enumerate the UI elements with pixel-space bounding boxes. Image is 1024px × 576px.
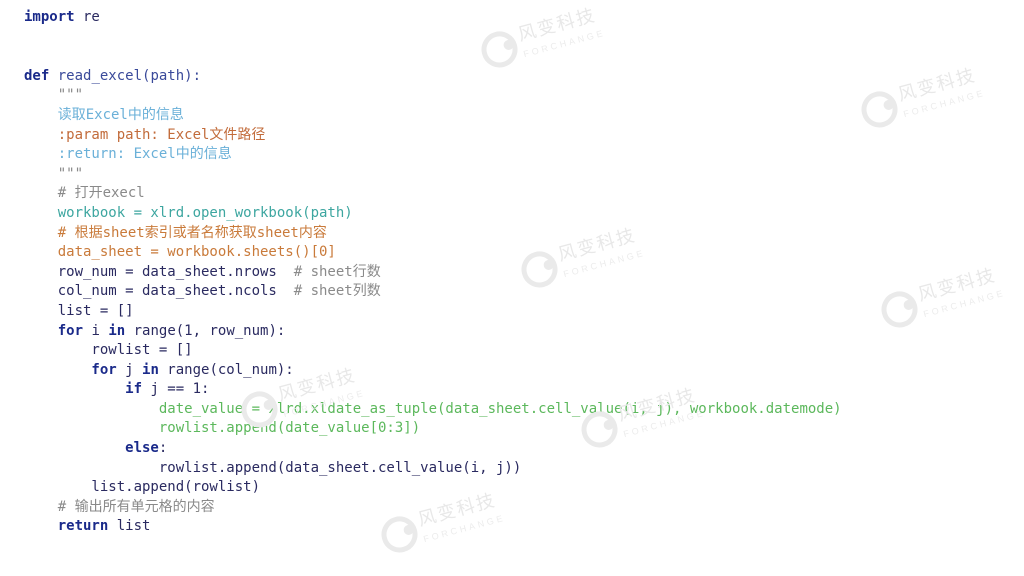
- code-line: in: [108, 323, 125, 339]
- code-line: for: [24, 323, 83, 339]
- code-line: # sheet行数: [294, 264, 381, 280]
- code-line: rowlist = []: [24, 342, 193, 358]
- code-line: in: [142, 362, 159, 378]
- code-line: col_num = data_sheet.ncols: [24, 283, 294, 299]
- code-line: import: [24, 9, 75, 25]
- code-line: range(col_num):: [159, 362, 294, 378]
- code-line: date_value = xlrd.xldate_as_tuple(data_s…: [24, 401, 842, 417]
- code-line: re: [75, 9, 100, 25]
- code-line: read_excel(path):: [49, 68, 201, 84]
- code-line: # 根据sheet索引或者名称获取sheet内容: [24, 225, 327, 241]
- code-line: workbook = xlrd.open_workbook(path): [24, 205, 353, 221]
- code-line: list: [108, 518, 150, 534]
- code-line: row_num = data_sheet.nrows: [24, 264, 294, 280]
- code-line: :param path: Excel文件路径: [24, 127, 265, 143]
- code-line: else: [24, 440, 159, 456]
- code-line: j: [117, 362, 142, 378]
- code-line: list.append(rowlist): [24, 479, 260, 495]
- code-line: data_sheet = workbook.sheets()[0]: [24, 244, 336, 260]
- code-line: j == 1:: [142, 381, 209, 397]
- code-line: rowlist.append(data_sheet.cell_value(i, …: [24, 460, 521, 476]
- code-line: :return: Excel中的信息: [24, 146, 232, 162]
- code-line: def: [24, 68, 49, 84]
- code-line: for: [24, 362, 117, 378]
- code-line: 读取Excel中的信息: [24, 107, 184, 123]
- code-line: range(1, row_num):: [125, 323, 285, 339]
- code-block: import re def read_excel(path): """ 读取Ex…: [24, 8, 1000, 537]
- code-line: # 打开execl: [24, 185, 145, 201]
- code-line: # 输出所有单元格的内容: [24, 499, 215, 515]
- code-line: if: [24, 381, 142, 397]
- code-line: list = []: [24, 303, 134, 319]
- code-line: :: [159, 440, 167, 456]
- code-line: """: [24, 87, 83, 103]
- code-line: i: [83, 323, 108, 339]
- code-line: rowlist.append(date_value[0:3]): [24, 420, 420, 436]
- code-line: """: [24, 166, 83, 182]
- code-line: # sheet列数: [294, 283, 381, 299]
- code-line: return: [24, 518, 108, 534]
